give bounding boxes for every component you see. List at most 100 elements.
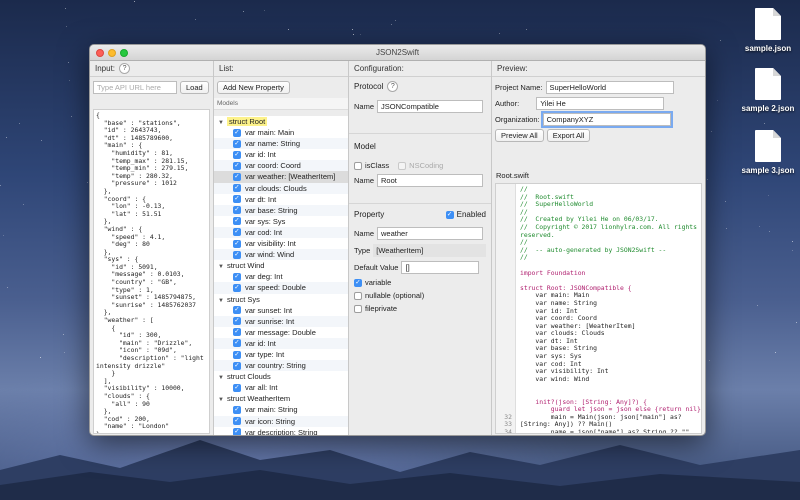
- tree-property-row[interactable]: ✓ var id: Int: [214, 337, 348, 349]
- fileprivate-checkbox[interactable]: [354, 304, 362, 313]
- property-enabled-checkbox[interactable]: ✓: [233, 250, 241, 259]
- property-enabled-checkbox[interactable]: ✓: [233, 217, 241, 226]
- tree-property-row[interactable]: ✓ var sunrise: Int: [214, 315, 348, 327]
- close-button[interactable]: [96, 49, 104, 57]
- tree-property-row[interactable]: ✓ var coord: Coord: [214, 160, 348, 172]
- struct-name: struct Wind: [226, 261, 265, 271]
- disclosure-triangle-icon[interactable]: ▼: [218, 298, 224, 304]
- api-url-input[interactable]: [93, 81, 177, 94]
- property-enabled-checkbox[interactable]: ✓: [233, 417, 241, 426]
- property-enabled-checkbox[interactable]: ✓: [233, 306, 241, 315]
- input-help-button[interactable]: ?: [119, 63, 131, 74]
- tree-property-row[interactable]: ✓ var all: Int: [214, 382, 348, 393]
- input-panel: Input: ? Load { "base" : "stations", "id…: [90, 61, 214, 435]
- tree-property-row[interactable]: ✓ var weather: [WeatherItem]: [214, 171, 348, 183]
- property-enabled-checkbox[interactable]: ✓: [233, 350, 241, 359]
- tree-property-row[interactable]: ✓ var main: Main: [214, 127, 348, 138]
- organization-field[interactable]: [540, 111, 673, 128]
- code-lines: //// Root.swift// SuperHelloWorld//// Cr…: [516, 184, 701, 433]
- property-enabled-checkbox[interactable]: ✓: [233, 317, 241, 326]
- tree-property-row[interactable]: ✓ var clouds: Clouds: [214, 182, 348, 194]
- tree-property-row[interactable]: ✓ var sunset: Int: [214, 305, 348, 316]
- tree-struct-row[interactable]: ▼ struct WeatherItem: [214, 393, 348, 404]
- tree-property-row[interactable]: ✓ var country: String: [214, 360, 348, 372]
- tree-property-row[interactable]: ✓ var type: Int: [214, 349, 348, 360]
- property-enabled-checkbox[interactable]: ✓: [233, 228, 241, 237]
- json-input-area[interactable]: { "base" : "stations", "id" : 2643743, "…: [93, 109, 210, 434]
- disclosure-triangle-icon[interactable]: ▼: [218, 397, 224, 403]
- tree-property-row[interactable]: ✓ var message: Double: [214, 327, 348, 338]
- property-enabled-checkbox[interactable]: ✓: [233, 150, 241, 159]
- star: [764, 123, 766, 125]
- property-enabled-checkbox[interactable]: ✓: [233, 184, 241, 193]
- property-enabled-checkbox[interactable]: ✓: [233, 272, 241, 281]
- property-enabled-checkbox[interactable]: ✓: [233, 173, 241, 182]
- project-name-field[interactable]: [545, 81, 674, 94]
- tree-property-row[interactable]: ✓ var name: String: [214, 138, 348, 150]
- property-enabled-checkbox[interactable]: ✓: [233, 328, 241, 337]
- property-enabled-checkbox[interactable]: ✓: [233, 383, 241, 392]
- load-button[interactable]: Load: [180, 81, 209, 94]
- disclosure-triangle-icon[interactable]: ▼: [218, 375, 224, 381]
- nullable-checkbox[interactable]: [354, 291, 362, 300]
- star: [390, 24, 392, 26]
- property-enabled-checkbox[interactable]: ✓: [233, 405, 241, 414]
- tree-struct-row[interactable]: ▼ struct Wind: [214, 260, 348, 271]
- disclosure-triangle-icon[interactable]: ▼: [218, 120, 224, 126]
- desktop-file[interactable]: sample 3.json: [728, 130, 800, 175]
- tree-property-row[interactable]: ✓ var cod: Int: [214, 226, 348, 239]
- window-titlebar[interactable]: JSON2Swift: [90, 45, 705, 61]
- desktop-file[interactable]: sample 2.json: [728, 68, 800, 113]
- tree-property-row[interactable]: ✓ var visibility: Int: [214, 238, 348, 249]
- property-name: var country: String: [245, 361, 306, 371]
- property-enabled-checkbox[interactable]: ✓: [233, 339, 241, 348]
- tree-property-row[interactable]: ✓ var base: String: [214, 204, 348, 216]
- minimize-button[interactable]: [108, 49, 116, 57]
- struct-name: struct Root: [226, 117, 268, 126]
- property-enabled-checkbox[interactable]: ✓: [233, 139, 241, 148]
- tree-property-row[interactable]: ✓ var sys: Sys: [214, 216, 348, 227]
- enabled-checkbox[interactable]: ✓: [445, 210, 454, 219]
- protocol-help-button[interactable]: ?: [387, 81, 399, 92]
- disclosure-triangle-icon[interactable]: ▼: [218, 264, 224, 270]
- zoom-button[interactable]: [120, 49, 128, 57]
- star: [19, 122, 21, 124]
- property-enabled-checkbox[interactable]: ✓: [233, 128, 241, 137]
- property-enabled-checkbox[interactable]: ✓: [233, 195, 241, 204]
- preview-all-button[interactable]: Preview All: [495, 129, 544, 142]
- variable-checkbox[interactable]: ✓: [354, 278, 362, 287]
- line-number: [496, 224, 512, 232]
- tree-property-row[interactable]: ✓ var description: String: [214, 427, 348, 435]
- tree-property-row[interactable]: ✓ var icon: String: [214, 415, 348, 427]
- tree-property-row[interactable]: ✓ var dt: Int: [214, 194, 348, 205]
- export-all-button[interactable]: Export All: [546, 129, 591, 142]
- tree-property-row[interactable]: ✓ var speed: Double: [214, 282, 348, 294]
- line-number: [496, 239, 512, 247]
- tree-struct-row[interactable]: ▼ struct Root: [214, 116, 348, 127]
- tree-property-row[interactable]: ✓ var wind: Wind: [214, 249, 348, 261]
- property-enabled-checkbox[interactable]: ✓: [233, 283, 241, 292]
- line-number: [496, 300, 512, 308]
- tree-property-row[interactable]: ✓ var id: Int: [214, 149, 348, 160]
- star: [792, 250, 794, 252]
- property-enabled-checkbox[interactable]: ✓: [233, 206, 241, 215]
- isclass-checkbox[interactable]: [354, 161, 362, 170]
- property-enabled-checkbox[interactable]: ✓: [233, 161, 241, 170]
- property-enabled-checkbox[interactable]: ✓: [233, 361, 241, 370]
- property-name-field[interactable]: [377, 227, 484, 240]
- code-preview[interactable]: 32 33 34 //// Root.swift// SuperHelloWorld…: [495, 183, 702, 434]
- author-field[interactable]: [536, 97, 665, 110]
- tree-struct-row[interactable]: ▼ struct Sys: [214, 294, 348, 305]
- tree-property-row[interactable]: ✓ var deg: Int: [214, 271, 348, 282]
- tree-struct-row[interactable]: ▼ struct Clouds: [214, 371, 348, 382]
- tree-property-row[interactable]: ✓ var main: String: [214, 404, 348, 415]
- property-enabled-checkbox[interactable]: ✓: [233, 239, 241, 248]
- property-enabled-checkbox[interactable]: ✓: [233, 428, 241, 435]
- model-name-field[interactable]: [377, 174, 484, 187]
- star: [756, 304, 758, 306]
- model-tree[interactable]: ▼ struct Root ✓ var main: Main ✓ var name: St…: [214, 116, 348, 435]
- desktop-file[interactable]: sample.json: [728, 8, 800, 53]
- protocol-name-field[interactable]: [377, 100, 484, 113]
- default-value-field[interactable]: [401, 261, 480, 274]
- add-property-button[interactable]: Add New Property: [217, 81, 290, 94]
